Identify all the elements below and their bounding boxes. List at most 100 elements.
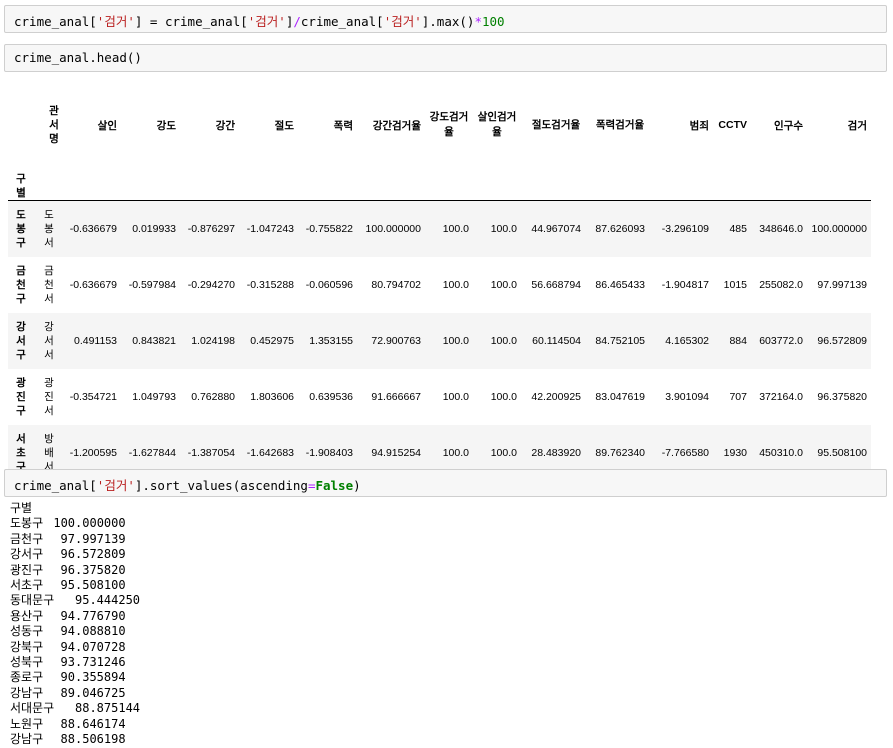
table-cell: 707 xyxy=(729,390,747,403)
output-value: 96.375820 xyxy=(60,562,126,577)
table-cell: -0.315288 xyxy=(246,278,294,291)
table-cell: 96.375820 xyxy=(817,390,867,403)
output-line: 금천구 97.997139 xyxy=(10,532,140,547)
table-row: 강서구 강서서 0.491153 0.843821 1.024198 0.452… xyxy=(8,312,871,369)
row-index: 금천구 xyxy=(16,264,26,305)
table-cell: 3.901094 xyxy=(665,390,709,403)
table-header-row: 관서명 살인 강도 강간 절도 폭력 강간검거율 강도검거율 살인검거율 절도검… xyxy=(8,78,871,172)
table-cell: -0.597984 xyxy=(128,278,176,291)
table-cell: 100.0 xyxy=(490,334,517,347)
table-cell: -0.876297 xyxy=(187,222,235,235)
output-key: 강서구 xyxy=(10,547,44,562)
code-cell-head[interactable]: crime_anal.head() xyxy=(4,44,887,72)
table-cell: 485 xyxy=(729,222,747,235)
code-token: crime_anal xyxy=(300,14,377,29)
table-cell: 강서서 xyxy=(44,320,54,361)
table-cell: 255082.0 xyxy=(759,278,803,291)
column-header: 폭력검거율 xyxy=(595,118,645,131)
output-key: 도봉구 xyxy=(10,516,44,531)
output-line: 성북구 93.731246 xyxy=(10,655,140,670)
table-cell: -0.636679 xyxy=(69,278,117,291)
table-cell: 100.0 xyxy=(442,334,469,347)
row-index: 광진구 xyxy=(16,376,26,417)
table-cell: 96.572809 xyxy=(817,334,867,347)
code-string: '검거' xyxy=(383,14,422,29)
table-cell: 100.0 xyxy=(442,222,469,235)
table-cell: 0.639536 xyxy=(309,390,353,403)
row-index: 서초구 xyxy=(16,432,26,473)
output-line: 노원구 88.646174 xyxy=(10,717,140,732)
table-cell: 1.049793 xyxy=(132,390,176,403)
output-lines: 도봉구 100.000000 금천구 97.997139 강서구 96.572809 광진구… xyxy=(10,516,140,747)
output-key: 동대문구 xyxy=(10,593,55,608)
output-key: 서대문구 xyxy=(10,701,55,716)
table-cell: 1.024198 xyxy=(191,334,235,347)
table-cell: 1.803606 xyxy=(250,390,294,403)
output-key: 광진구 xyxy=(10,562,44,577)
output-value: 94.776790 xyxy=(60,608,126,623)
output-value: 96.572809 xyxy=(60,547,126,562)
table-cell: 44.967074 xyxy=(531,222,581,235)
column-header: 검거 xyxy=(847,119,867,132)
code-token: crime_anal xyxy=(14,478,90,493)
output-line: 종로구 90.355894 xyxy=(10,670,140,685)
index-name-row: 구별 xyxy=(8,172,871,201)
output-key: 금천구 xyxy=(10,531,44,546)
output-line: 도봉구 100.000000 xyxy=(10,516,140,531)
code-operator: * xyxy=(474,14,482,29)
output-line: 강서구 96.572809 xyxy=(10,547,140,562)
table-cell: 372164.0 xyxy=(759,390,803,403)
series-output: 구별 도봉구 100.000000 금천구 97.997139 강서구 96.572809 광… xyxy=(10,501,140,748)
table-cell: 0.019933 xyxy=(132,222,176,235)
table-cell: 80.794702 xyxy=(371,278,421,291)
code-token: crime_anal xyxy=(164,14,241,29)
code-token: ].sort_values(ascending xyxy=(134,478,308,493)
table-cell: 100.0 xyxy=(490,278,517,291)
output-value: 88.506198 xyxy=(60,732,126,747)
table-cell: 금천서 xyxy=(44,264,54,305)
output-line: 서대문구 88.875144 xyxy=(10,701,140,716)
output-key: 성동구 xyxy=(10,624,44,639)
column-header: 강도검거율 xyxy=(429,111,469,138)
output-value: 100.000000 xyxy=(53,516,126,531)
output-index-name: 구별 xyxy=(10,501,33,515)
code-token: ) xyxy=(353,478,361,493)
output-value: 95.444250 xyxy=(75,593,141,608)
output-key: 용산구 xyxy=(10,608,44,623)
table-cell: -0.354721 xyxy=(69,390,117,403)
table-cell: -1.047243 xyxy=(246,222,294,235)
column-header: 범죄 xyxy=(689,119,709,132)
output-key: 종로구 xyxy=(10,670,44,685)
code-token: crime_anal xyxy=(14,14,90,29)
output-key: 강남구 xyxy=(10,685,44,700)
table-cell: 0.843821 xyxy=(132,334,176,347)
output-value: 93.731246 xyxy=(60,655,126,670)
table-cell: 83.047619 xyxy=(595,390,645,403)
table-cell: 광진서 xyxy=(44,376,54,417)
output-value: 88.646174 xyxy=(60,716,126,731)
output-key: 서초구 xyxy=(10,578,44,593)
output-key: 강북구 xyxy=(10,639,44,654)
code-cell-sort[interactable]: crime_anal['검거'].sort_values(ascending=F… xyxy=(4,469,887,497)
code-cell-normalize[interactable]: crime_anal['검거'] = crime_anal['검거']/crim… xyxy=(4,5,887,33)
code-string: '검거' xyxy=(96,14,135,29)
table-cell: 603772.0 xyxy=(759,334,803,347)
table-cell: 100.0 xyxy=(490,222,517,235)
output-line: 광진구 96.375820 xyxy=(10,563,140,578)
output-line: 서초구 95.508100 xyxy=(10,578,140,593)
table-cell: 0.491153 xyxy=(73,334,117,347)
table-cell: 0.762880 xyxy=(191,390,235,403)
output-value: 95.508100 xyxy=(60,578,126,593)
column-header: 관서명 xyxy=(49,105,59,145)
output-value: 88.875144 xyxy=(75,701,141,716)
code-line: crime_anal['검거'] = crime_anal['검거']/crim… xyxy=(14,14,505,29)
code-string: '검거' xyxy=(96,478,135,493)
code-number: 100 xyxy=(481,14,505,29)
output-value: 90.355894 xyxy=(60,670,126,685)
output-line: 용산구 94.776790 xyxy=(10,609,140,624)
column-header: 강도 xyxy=(156,119,176,132)
column-header: 살인검거율 xyxy=(477,111,517,138)
table-cell: 97.997139 xyxy=(817,278,867,291)
column-header: 인구수 xyxy=(774,119,803,132)
table-cell: -0.636679 xyxy=(69,222,117,235)
